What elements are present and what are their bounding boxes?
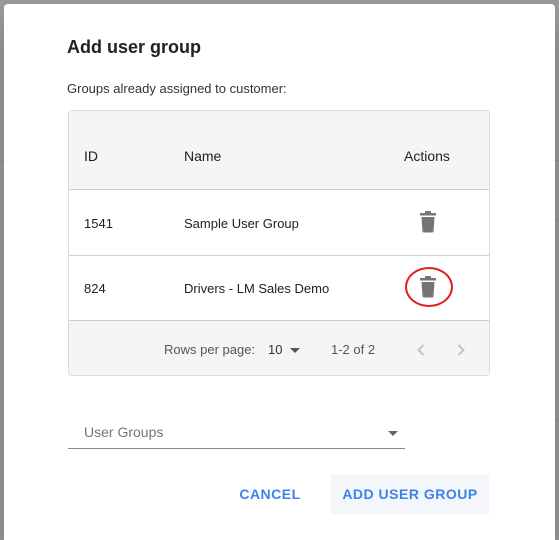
dialog-title: Add user group [67, 37, 201, 57]
table-pagination: Rows per page: 10 1-2 of 2 [69, 321, 489, 375]
rows-per-page-value: 10 [268, 342, 283, 357]
row-name: Sample User Group [184, 216, 299, 231]
next-page-button[interactable] [450, 339, 472, 361]
rows-per-page-label: Rows per page: [164, 342, 256, 357]
caret-down-icon [290, 348, 300, 353]
chevron-right-icon [457, 344, 465, 356]
table-row: 824 Drivers - LM Sales Demo [69, 256, 489, 321]
row-id: 1541 [84, 216, 113, 231]
table-row: 1541 Sample User Group [69, 191, 489, 256]
column-header-actions: Actions [404, 148, 450, 164]
caret-down-icon [388, 431, 398, 436]
dialog-subtitle: Groups already assigned to customer: [67, 81, 287, 96]
user-groups-select[interactable]: User Groups [68, 422, 405, 449]
highlight-circle [405, 267, 453, 307]
rows-per-page-select[interactable]: 10 [268, 342, 304, 360]
column-header-id[interactable]: ID [84, 148, 98, 164]
chevron-left-icon [417, 344, 425, 356]
row-id: 824 [84, 281, 106, 296]
table-header: ID Name Actions [69, 111, 489, 190]
row-name: Drivers - LM Sales Demo [184, 281, 330, 296]
assigned-groups-table: ID Name Actions 1541 Sample User Group 8… [68, 110, 490, 376]
previous-page-button[interactable] [410, 339, 432, 361]
trash-icon[interactable] [419, 211, 437, 233]
column-header-name[interactable]: Name [184, 148, 221, 164]
cancel-button[interactable]: CANCEL [230, 474, 310, 514]
user-groups-select-label: User Groups [84, 424, 164, 440]
add-user-group-dialog: Add user group Groups already assigned t… [4, 4, 555, 540]
pagination-range: 1-2 of 2 [331, 342, 376, 357]
add-user-group-button[interactable]: ADD USER GROUP [331, 474, 489, 514]
